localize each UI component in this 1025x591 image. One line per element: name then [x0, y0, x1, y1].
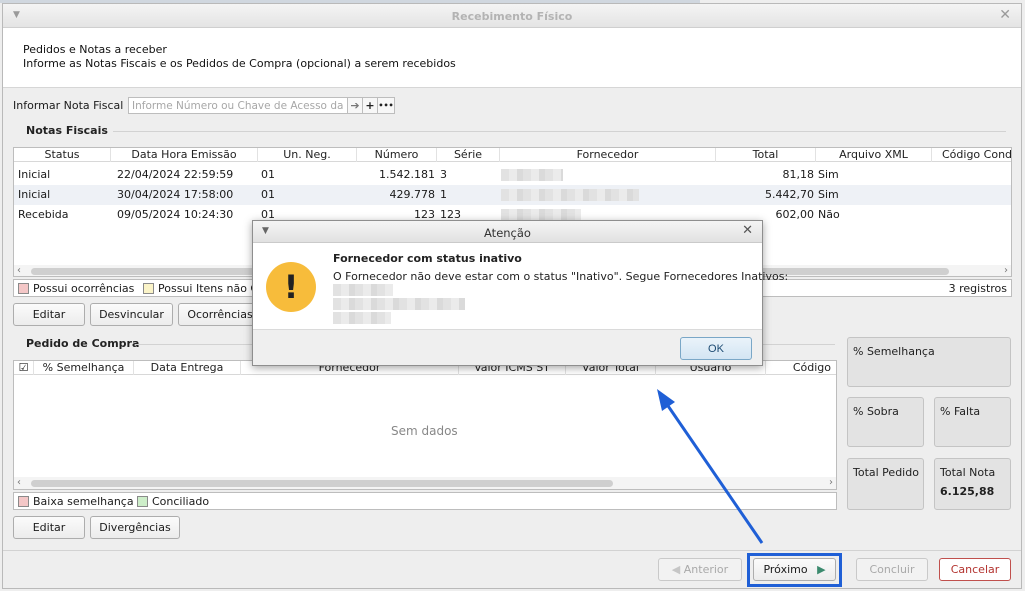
warning-icon: ! — [266, 262, 316, 312]
dialog-close-icon[interactable]: ✕ — [742, 223, 753, 238]
redacted-supplier — [333, 298, 465, 310]
dialog-title: Atenção — [484, 226, 531, 240]
dialog-title-bar: ▼ Atenção ✕ — [253, 221, 762, 243]
dialog-message: O Fornecedor não deve estar com o status… — [333, 270, 789, 283]
dialog-footer: OK — [253, 329, 762, 365]
arrow-head — [657, 389, 675, 411]
ok-button[interactable]: OK — [680, 337, 752, 360]
dialog-heading: Fornecedor com status inativo — [333, 252, 522, 265]
redacted-supplier — [333, 312, 391, 324]
redacted-supplier — [333, 284, 393, 296]
arrow-shaft — [662, 399, 764, 544]
warning-dialog: ▼ Atenção ✕ ! Fornecedor com status inat… — [252, 220, 788, 366]
